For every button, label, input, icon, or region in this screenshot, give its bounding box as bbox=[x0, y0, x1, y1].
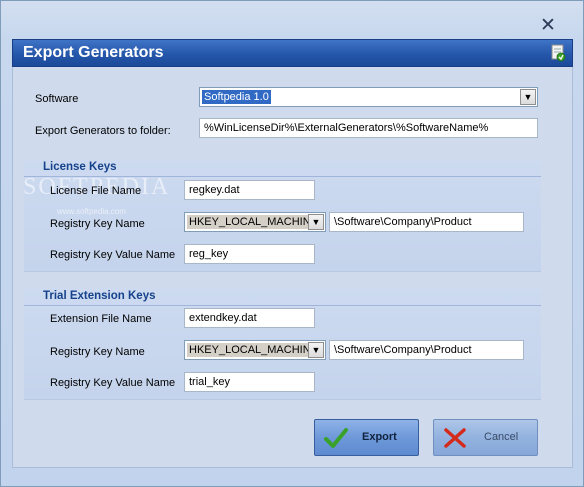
license-reg-key-label: Registry Key Name bbox=[50, 218, 145, 230]
trial-reg-value-label: Registry Key Value Name bbox=[50, 377, 176, 389]
license-keys-title: License Keys bbox=[43, 161, 117, 173]
export-generators-window: ✕ Export Generators Software Softpedia 1… bbox=[0, 0, 584, 487]
export-button[interactable]: Export bbox=[314, 419, 419, 456]
software-selected-value: Softpedia 1.0 bbox=[202, 90, 271, 104]
cross-icon bbox=[444, 428, 466, 448]
chevron-down-icon[interactable]: ▼ bbox=[308, 214, 324, 230]
trial-reg-key-label: Registry Key Name bbox=[50, 346, 145, 358]
export-folder-input[interactable]: %WinLicenseDir%\ExternalGenerators\%Soft… bbox=[199, 118, 538, 138]
export-folder-label: Export Generators to folder: bbox=[35, 125, 171, 137]
trial-file-label: Extension File Name bbox=[50, 313, 152, 325]
dialog-title: Export Generators bbox=[23, 44, 164, 61]
group-divider bbox=[24, 305, 541, 306]
export-button-label: Export bbox=[362, 431, 397, 443]
license-reg-root-value: HKEY_LOCAL_MACHINE bbox=[187, 215, 320, 229]
trial-file-input[interactable]: extendkey.dat bbox=[184, 308, 315, 328]
license-reg-root-select[interactable]: HKEY_LOCAL_MACHINE ▼ bbox=[184, 212, 326, 232]
trial-reg-path-input[interactable]: \Software\Company\Product bbox=[329, 340, 524, 360]
cancel-button[interactable]: Cancel bbox=[433, 419, 538, 456]
chevron-down-icon[interactable]: ▼ bbox=[308, 342, 324, 358]
software-select[interactable]: Softpedia 1.0 ▼ bbox=[199, 87, 538, 107]
license-reg-path-input[interactable]: \Software\Company\Product bbox=[329, 212, 524, 232]
license-file-input[interactable]: regkey.dat bbox=[184, 180, 315, 200]
license-file-label: License File Name bbox=[50, 185, 142, 197]
cancel-button-label: Cancel bbox=[484, 431, 519, 443]
license-reg-value-label: Registry Key Value Name bbox=[50, 249, 176, 261]
chevron-down-icon[interactable]: ▼ bbox=[520, 89, 536, 105]
export-doc-icon bbox=[551, 44, 566, 62]
trial-keys-title: Trial Extension Keys bbox=[43, 290, 156, 302]
trial-reg-root-value: HKEY_LOCAL_MACHINE bbox=[187, 343, 320, 357]
software-label: Software bbox=[35, 93, 79, 105]
dialog-header: Export Generators bbox=[12, 39, 573, 67]
trial-reg-root-select[interactable]: HKEY_LOCAL_MACHINE ▼ bbox=[184, 340, 326, 360]
trial-reg-value-input[interactable]: trial_key bbox=[184, 372, 315, 392]
close-icon[interactable]: ✕ bbox=[537, 15, 559, 37]
license-reg-value-input[interactable]: reg_key bbox=[184, 244, 315, 264]
softpedia-watermark-url: www.softpedia.com bbox=[57, 207, 126, 216]
checkmark-icon bbox=[324, 428, 348, 448]
